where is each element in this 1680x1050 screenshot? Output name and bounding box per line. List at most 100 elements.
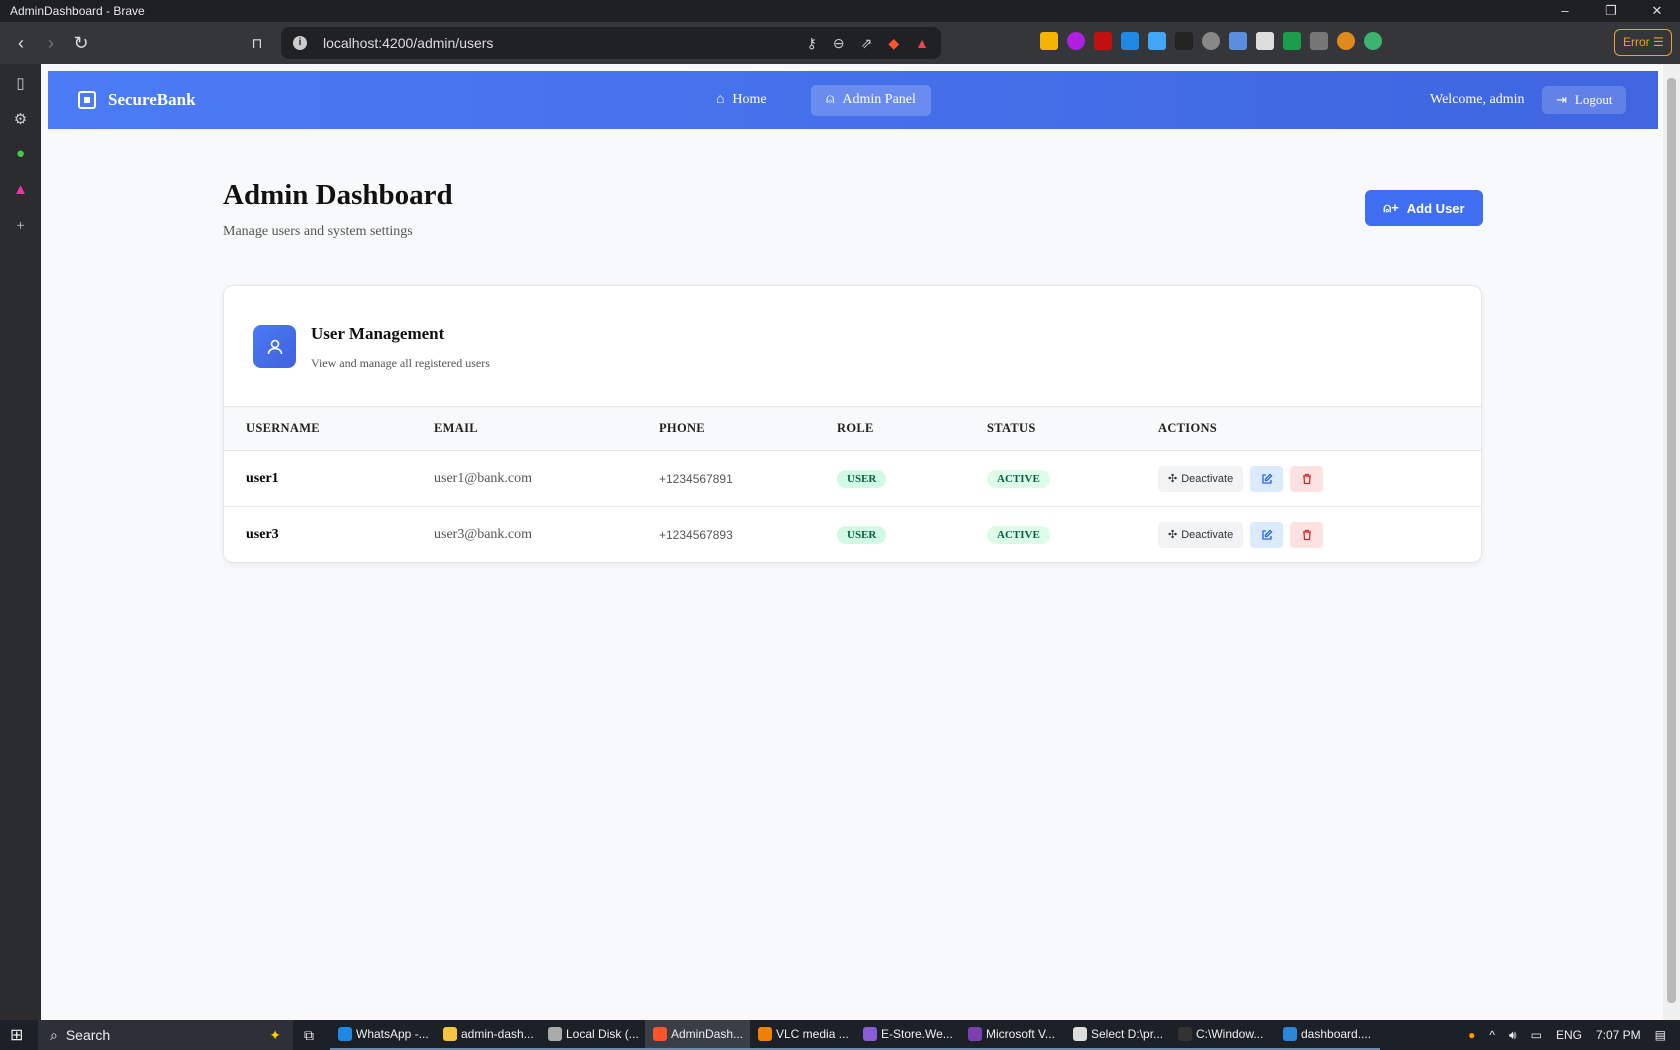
zoom-icon[interactable]: ⊖ bbox=[833, 35, 845, 52]
app-icon bbox=[1073, 1027, 1087, 1041]
notification-icon[interactable]: ▤ bbox=[1655, 1028, 1666, 1042]
column-header: USERNAME bbox=[246, 421, 320, 435]
brand[interactable]: SecureBank bbox=[78, 90, 196, 110]
chatgpt-icon[interactable]: ⚙ bbox=[10, 110, 32, 132]
brave-shield-icon[interactable]: ◆ bbox=[888, 35, 899, 52]
column-header: ROLE bbox=[837, 421, 874, 435]
taskbar-search[interactable]: ⌕ Search ✦ bbox=[38, 1020, 293, 1050]
add-user-label: Add User bbox=[1406, 200, 1465, 216]
taskbar-app-label: WhatsApp -... bbox=[356, 1027, 429, 1041]
sparkle-icon: ✦ bbox=[269, 1026, 281, 1043]
task-view-icon[interactable]: ⧉ bbox=[304, 1027, 314, 1044]
add-user-button[interactable]: ⍝+ Add User bbox=[1365, 190, 1483, 226]
taskbar-app[interactable]: WhatsApp -... bbox=[330, 1020, 435, 1050]
nav-admin-label: Admin Panel bbox=[842, 92, 916, 107]
taskbar-app[interactable]: VLC media ... bbox=[750, 1020, 855, 1050]
share-icon[interactable]: ⇗ bbox=[861, 35, 873, 52]
taskbar-app[interactable]: E-Store.We... bbox=[855, 1020, 960, 1050]
deactivate-icon: ✣ bbox=[1168, 529, 1178, 541]
clock[interactable]: 7:07 PM bbox=[1596, 1028, 1641, 1042]
restore-button[interactable]: ❐ bbox=[1588, 0, 1634, 22]
extension-icon[interactable] bbox=[1094, 32, 1112, 50]
app-icon bbox=[548, 1027, 562, 1041]
extension-icon[interactable] bbox=[1121, 32, 1139, 50]
brand-name: SecureBank bbox=[108, 90, 196, 109]
taskbar-app[interactable]: Select D:\pr... bbox=[1065, 1020, 1170, 1050]
app-icon bbox=[443, 1027, 457, 1041]
taskbar-app-label: E-Store.We... bbox=[881, 1027, 953, 1041]
edit-icon bbox=[1262, 529, 1273, 540]
page-subtitle: Manage users and system settings bbox=[223, 224, 413, 239]
bookmark-icon[interactable]: ⊓ bbox=[242, 35, 272, 52]
extension-icon[interactable] bbox=[1067, 32, 1085, 50]
edit-button[interactable] bbox=[1250, 465, 1284, 492]
welcome-text: Welcome, admin bbox=[1430, 92, 1525, 107]
email-cell: user1@bank.com bbox=[434, 470, 533, 486]
taskbar-app[interactable]: AdminDash... bbox=[645, 1020, 750, 1050]
taskbar-apps: WhatsApp -... admin-dash... Local Disk (..… bbox=[330, 1020, 1380, 1050]
taskbar-app[interactable]: Local Disk (... bbox=[540, 1020, 645, 1050]
extension-icon[interactable] bbox=[1337, 32, 1355, 50]
delete-button[interactable] bbox=[1290, 521, 1324, 548]
tray-app-icon[interactable]: ● bbox=[1468, 1028, 1475, 1042]
volume-icon[interactable]: 🔊︎ bbox=[1509, 1028, 1517, 1043]
deactivate-label: Deactivate bbox=[1181, 472, 1234, 485]
extension-icon[interactable] bbox=[1175, 32, 1193, 50]
edit-button[interactable] bbox=[1250, 521, 1284, 548]
sidebar-panel-icon[interactable]: ▯ bbox=[10, 74, 32, 96]
search-label: Search bbox=[65, 1027, 111, 1043]
windows-start-icon[interactable]: ⊞ bbox=[10, 1025, 23, 1045]
table-header: USERNAME EMAIL PHONE ROLE STATUS ACTIONS bbox=[224, 406, 1481, 451]
globe-icon[interactable]: ● bbox=[10, 146, 32, 168]
deactivate-button[interactable]: ✣ Deactivate bbox=[1158, 465, 1244, 492]
taskbar-app[interactable]: admin-dash... bbox=[435, 1020, 540, 1050]
network-icon[interactable]: ▭ bbox=[1531, 1028, 1542, 1042]
user-plus-icon: ⍝+ bbox=[1383, 200, 1399, 215]
browser-sidebar: ▯ ⚙ ● ▲ + bbox=[0, 64, 41, 1020]
deactivate-button[interactable]: ✣ Deactivate bbox=[1158, 521, 1244, 548]
extension-icon[interactable] bbox=[1202, 32, 1220, 50]
nav-admin-panel[interactable]: ⍝ Admin Panel bbox=[811, 84, 931, 116]
card-title: User Management bbox=[311, 324, 445, 343]
extension-icon[interactable] bbox=[1229, 32, 1247, 50]
page-title: Admin Dashboard bbox=[223, 179, 453, 211]
taskbar-app[interactable]: dashboard.... bbox=[1275, 1020, 1380, 1050]
trash-icon bbox=[1302, 473, 1311, 484]
extension-icon[interactable] bbox=[1283, 32, 1301, 50]
extension-icon[interactable] bbox=[1148, 32, 1166, 50]
taskbar-app[interactable]: C:\Window... bbox=[1170, 1020, 1275, 1050]
taskbar-app-label: Microsoft V... bbox=[986, 1027, 1055, 1041]
address-bar[interactable]: i localhost:4200/admin/users ⚷ ⊖ ⇗ ◆ ▲ bbox=[281, 27, 941, 59]
delete-button[interactable] bbox=[1290, 465, 1324, 492]
nav-home[interactable]: ⌂ Home bbox=[701, 85, 782, 116]
key-icon[interactable]: ⚷ bbox=[807, 35, 817, 52]
language-indicator[interactable]: ENG bbox=[1556, 1028, 1582, 1042]
taskbar-app-label: Select D:\pr... bbox=[1091, 1027, 1164, 1041]
scrollbar[interactable] bbox=[1663, 64, 1680, 1020]
info-icon[interactable]: i bbox=[293, 36, 307, 50]
reload-icon[interactable]: ↻ bbox=[66, 33, 96, 54]
extension-icon[interactable] bbox=[1040, 32, 1058, 50]
error-menu-button[interactable]: Error ☰ bbox=[1614, 29, 1672, 56]
nav-home-label: Home bbox=[732, 92, 767, 107]
app-icon bbox=[758, 1027, 772, 1041]
status-cell: ACTIVE bbox=[987, 507, 1050, 562]
add-panel-icon[interactable]: + bbox=[10, 218, 32, 240]
extension-icon[interactable] bbox=[1364, 32, 1382, 50]
extension-icon[interactable] bbox=[1310, 32, 1328, 50]
back-icon[interactable]: ‹ bbox=[6, 33, 36, 54]
logout-button[interactable]: ⇥ Logout bbox=[1542, 86, 1627, 114]
users-icon bbox=[253, 325, 296, 368]
scrollbar-thumb[interactable] bbox=[1667, 78, 1676, 1003]
user-icon: ⍝ bbox=[826, 92, 835, 107]
forward-icon[interactable]: › bbox=[36, 33, 66, 54]
chevron-up-icon[interactable]: ^ bbox=[1489, 1028, 1495, 1042]
brave-rewards-icon[interactable]: ▲ bbox=[915, 35, 929, 52]
extension-icon[interactable] bbox=[1256, 32, 1274, 50]
close-button[interactable]: ✕ bbox=[1634, 0, 1680, 22]
taskbar-app[interactable]: Microsoft V... bbox=[960, 1020, 1065, 1050]
angular-icon[interactable]: ▲ bbox=[10, 182, 32, 204]
user-management-card: User Management View and manage all regi… bbox=[223, 285, 1482, 563]
column-header: STATUS bbox=[987, 421, 1036, 435]
minimize-button[interactable]: – bbox=[1542, 0, 1588, 22]
